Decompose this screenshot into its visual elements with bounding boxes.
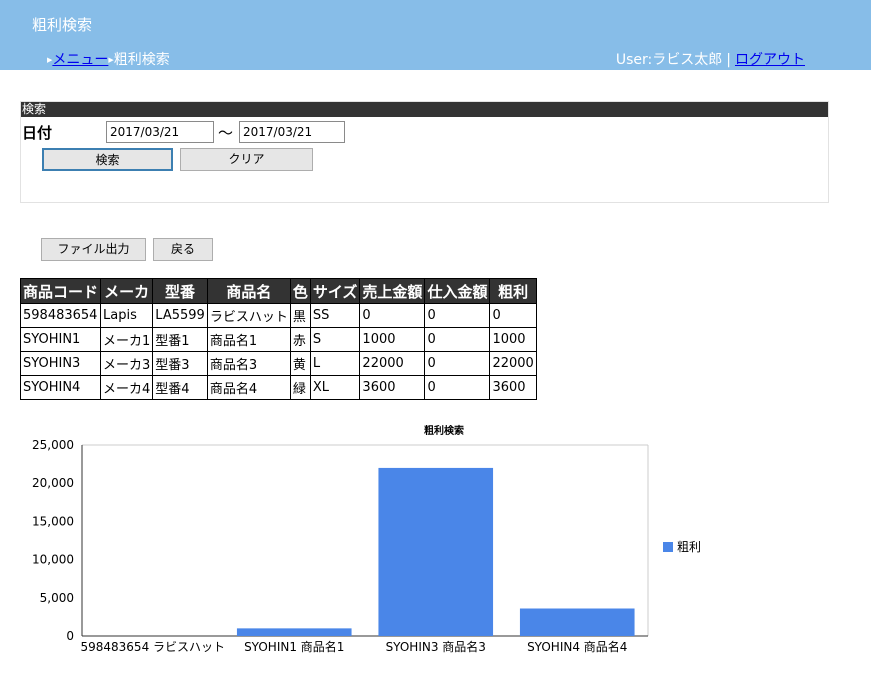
cell-product-code: SYOHIN1 [19, 327, 102, 352]
cell-size: SS [309, 303, 361, 328]
cell-color: 黄 [289, 351, 311, 376]
cell-size: S [309, 327, 361, 352]
clear-button[interactable]: クリア [180, 148, 313, 171]
y-tick-label: 15,000 [32, 514, 74, 528]
column-header-cost: 仕入金額 [424, 278, 491, 304]
table-row: 598483654 Lapis LA5599 ラビスハット 黒 SS 0 0 0 [19, 303, 537, 328]
chart-bar [378, 467, 494, 636]
column-header-product-name: 商品名 [206, 278, 291, 304]
cell-color: 緑 [289, 375, 311, 400]
user-label: User:ラビス太郎 [615, 52, 723, 68]
x-tick-label: SYOHIN3 商品名3 [386, 639, 486, 654]
header-bar: 粗利検索 ▶メニュー▶粗利検索 User:ラビス太郎 | ログアウト [0, 0, 871, 70]
cell-product-code: 598483654 [19, 303, 102, 328]
legend-swatch [663, 542, 673, 552]
chart-bar [236, 628, 352, 636]
user-bar: User:ラビス太郎 | ログアウト [616, 49, 805, 69]
search-button[interactable]: 検索 [42, 148, 173, 171]
file-export-button[interactable]: ファイル出力 [41, 238, 146, 261]
column-header-model: 型番 [152, 278, 208, 304]
cell-maker: メーカ3 [100, 351, 154, 376]
column-header-size: サイズ [309, 278, 361, 304]
table-header-row: 商品コード メーカ 型番 商品名 色 サイズ 売上金額 仕入金額 粗利 [19, 278, 537, 304]
breadcrumb-menu-link[interactable]: メニュー [52, 52, 108, 68]
cell-product-name: ラビスハット [206, 303, 291, 328]
y-tick-label: 0 [66, 629, 74, 643]
column-header-maker: メーカ [100, 278, 154, 304]
chart-bar [519, 608, 635, 636]
cell-model: LA5599 [152, 303, 208, 328]
chart-title: 粗利検索 [424, 424, 464, 437]
y-tick-label: 10,000 [32, 553, 74, 567]
search-panel: 検索 日付 ～ 検索 クリア [20, 101, 829, 203]
y-tick-label: 20,000 [32, 476, 74, 490]
breadcrumb: ▶メニュー▶粗利検索 [47, 49, 170, 69]
cell-model: 型番4 [152, 375, 208, 400]
date-label: 日付 [22, 124, 53, 142]
cell-size: XL [309, 375, 361, 400]
x-axis-labels: 598483654 ラビスハット SYOHIN1 商品名1 SYOHIN3 商品名3… [80, 639, 627, 654]
cell-product-name: 商品名4 [206, 375, 291, 400]
x-tick-label: 598483654 ラビスハット [80, 640, 225, 654]
cell-profit: 22000 [489, 351, 537, 376]
table-row: SYOHIN4 メーカ4 型番4 商品名4 緑 XL 3600 0 3600 [19, 375, 537, 400]
cell-model: 型番1 [152, 327, 208, 352]
cell-model: 型番3 [152, 351, 208, 376]
x-tick-label: SYOHIN4 商品名4 [527, 639, 627, 654]
table-row: SYOHIN1 メーカ1 型番1 商品名1 赤 S 1000 0 1000 [19, 327, 537, 352]
cell-cost: 0 [424, 351, 491, 376]
results-table: 商品コード メーカ 型番 商品名 色 サイズ 売上金額 仕入金額 粗利 5984… [19, 278, 537, 400]
table-row: SYOHIN3 メーカ3 型番3 商品名3 黄 L 22000 0 22000 [19, 351, 537, 376]
date-range-separator: ～ [218, 124, 234, 142]
date-from-input[interactable] [106, 121, 214, 143]
back-button[interactable]: 戻る [153, 238, 213, 261]
cell-sales: 22000 [359, 351, 426, 376]
cell-maker: Lapis [100, 303, 154, 328]
cell-maker: メーカ4 [100, 375, 154, 400]
cell-product-name: 商品名1 [206, 327, 291, 352]
cell-sales: 0 [359, 303, 426, 328]
cell-product-name: 商品名3 [206, 351, 291, 376]
profit-chart-svg: 粗利検索 0 5,000 10,000 15,000 20,000 25,000 5984… [32, 424, 701, 654]
x-tick-label: SYOHIN1 商品名1 [244, 639, 344, 654]
date-to-input[interactable] [239, 121, 345, 143]
cell-sales: 3600 [359, 375, 426, 400]
column-header-product-code: 商品コード [19, 278, 102, 304]
cell-cost: 0 [424, 327, 491, 352]
cell-product-code: SYOHIN3 [19, 351, 102, 376]
cell-cost: 0 [424, 303, 491, 328]
column-header-sales: 売上金額 [359, 278, 426, 304]
breadcrumb-current: 粗利検索 [113, 52, 170, 68]
column-header-color: 色 [289, 278, 311, 304]
cell-profit: 1000 [489, 327, 537, 352]
cell-size: L [309, 351, 361, 376]
bar-series [236, 467, 635, 636]
cell-product-code: SYOHIN4 [19, 375, 102, 400]
app-title: 粗利検索 [32, 16, 93, 34]
logout-link[interactable]: ログアウト [735, 52, 805, 68]
y-tick-label: 5,000 [40, 591, 74, 605]
user-separator: | [726, 52, 731, 68]
cell-cost: 0 [424, 375, 491, 400]
cell-maker: メーカ1 [100, 327, 154, 352]
profit-chart: 粗利検索 0 5,000 10,000 15,000 20,000 25,000 5984… [0, 415, 871, 675]
cell-color: 赤 [289, 327, 311, 352]
y-tick-label: 25,000 [32, 438, 74, 452]
cell-profit: 0 [489, 303, 537, 328]
legend-label: 粗利 [677, 540, 701, 554]
cell-sales: 1000 [359, 327, 426, 352]
cell-color: 黒 [289, 303, 311, 328]
column-header-profit: 粗利 [489, 278, 537, 304]
y-axis-ticks: 0 5,000 10,000 15,000 20,000 25,000 [32, 438, 74, 643]
search-section-title: 検索 [21, 102, 828, 117]
cell-profit: 3600 [489, 375, 537, 400]
